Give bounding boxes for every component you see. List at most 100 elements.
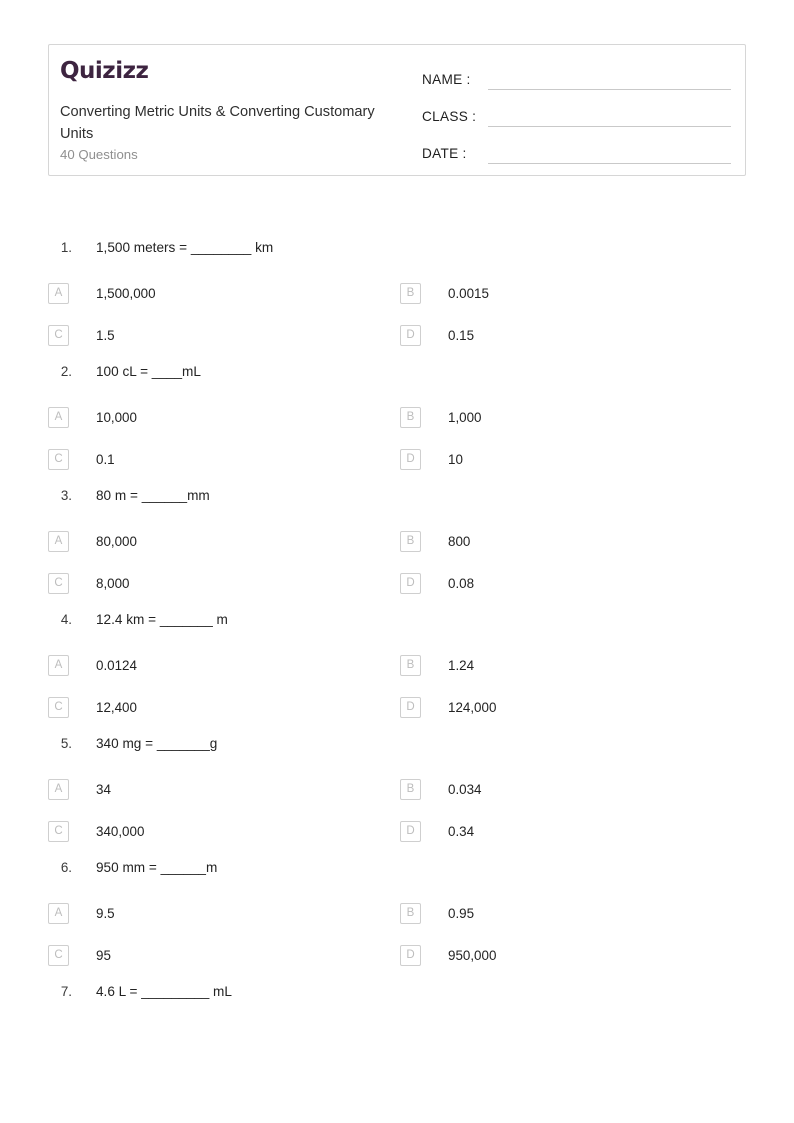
question-block: 1. 1,500 meters = ________ km A 1,500,000 B 0… (0, 232, 794, 356)
option-letter-box[interactable]: A (48, 654, 69, 676)
option-letter-box[interactable]: B (400, 530, 421, 552)
option-letter-box[interactable]: A (48, 406, 69, 428)
option-text: 0.95 (448, 905, 475, 921)
answer-option[interactable]: C 8,000 (48, 562, 400, 604)
quizizz-logo-text: Quizizz (60, 59, 148, 84)
answer-options-grid: A 10,000 B 1,000 C 0.1 D 10 (48, 396, 794, 480)
answer-option[interactable]: A 80,000 (48, 520, 400, 562)
answer-option[interactable]: D 0.15 (400, 314, 752, 356)
option-letter-box[interactable]: A (48, 282, 69, 304)
option-letter-box[interactable]: D (400, 944, 421, 966)
option-text: 10,000 (96, 409, 137, 425)
option-text: 0.15 (448, 327, 475, 343)
answer-option[interactable]: A 0.0124 (48, 644, 400, 686)
answer-option[interactable]: C 340,000 (48, 810, 400, 852)
worksheet-header-card: Quizizz Converting Metric Units & Conver… (48, 44, 746, 176)
answer-options-grid: A 1,500,000 B 0.0015 C 1.5 D 0.15 (48, 272, 794, 356)
option-letter-box[interactable]: B (400, 778, 421, 800)
question-text: 950 mm = ______m (96, 860, 218, 875)
question-block: 3. 80 m = ______mm A 80,000 B 800 C 8,000 D 0.08 (0, 480, 794, 604)
option-letter-box[interactable]: C (48, 944, 69, 966)
option-text: 10 (448, 451, 463, 467)
answer-option[interactable]: B 0.95 (400, 892, 752, 934)
option-letter-box[interactable]: C (48, 820, 69, 842)
option-text: 0.0124 (96, 657, 137, 673)
answer-option[interactable]: A 10,000 (48, 396, 400, 438)
answer-options-grid: A 34 B 0.034 C 340,000 D 0.34 (48, 768, 794, 852)
answer-option[interactable]: D 0.34 (400, 810, 752, 852)
answer-option[interactable]: C 0.1 (48, 438, 400, 480)
question-block: 7. 4.6 L = _________ mL (0, 976, 794, 1016)
option-text: 1.5 (96, 327, 115, 343)
question-number: 4. (60, 612, 72, 627)
name-label: NAME : (422, 72, 471, 87)
option-letter-box[interactable]: D (400, 324, 421, 346)
question-block: 2. 100 cL = ____mL A 10,000 B 1,000 C 0.1 D 10 (0, 356, 794, 480)
option-letter-box[interactable]: A (48, 530, 69, 552)
option-letter-box[interactable]: B (400, 654, 421, 676)
quizizz-logo: Quizizz (60, 59, 409, 85)
question-prompt-row: 1. 1,500 meters = ________ km (0, 232, 794, 272)
question-text: 1,500 meters = ________ km (96, 240, 274, 255)
option-letter-box[interactable]: C (48, 696, 69, 718)
answer-options-grid: A 0.0124 B 1.24 C 12,400 D 124,000 (48, 644, 794, 728)
option-text: 1,000 (448, 409, 482, 425)
option-letter-box[interactable]: B (400, 406, 421, 428)
question-block: 4. 12.4 km = _______ m A 0.0124 B 1.24 C 12,400… (0, 604, 794, 728)
question-prompt-row: 6. 950 mm = ______m (0, 852, 794, 892)
option-text: 34 (96, 781, 111, 797)
class-label: CLASS : (422, 109, 477, 124)
option-letter-box[interactable]: B (400, 282, 421, 304)
answer-option[interactable]: B 0.0015 (400, 272, 752, 314)
question-count: 40 Questions (60, 147, 138, 162)
header-left-section: Quizizz Converting Metric Units & Conver… (49, 45, 409, 175)
class-input-line[interactable] (488, 106, 731, 127)
option-text: 1,500,000 (96, 285, 156, 301)
option-text: 124,000 (448, 699, 497, 715)
option-text: 0.0015 (448, 285, 489, 301)
question-prompt-row: 3. 80 m = ______mm (0, 480, 794, 520)
answer-option[interactable]: D 950,000 (400, 934, 752, 976)
option-letter-box[interactable]: D (400, 572, 421, 594)
option-letter-box[interactable]: C (48, 448, 69, 470)
question-block: 6. 950 mm = ______m A 9.5 B 0.95 C 95 D 950,000 (0, 852, 794, 976)
name-field-row: NAME : (422, 61, 731, 90)
answer-option[interactable]: A 34 (48, 768, 400, 810)
class-field-row: CLASS : (422, 98, 731, 127)
answer-option[interactable]: B 1,000 (400, 396, 752, 438)
answer-option[interactable]: B 0.034 (400, 768, 752, 810)
option-letter-box[interactable]: D (400, 448, 421, 470)
option-letter-box[interactable]: D (400, 820, 421, 842)
name-input-line[interactable] (488, 69, 731, 90)
student-info-fields: NAME : CLASS : DATE : (409, 45, 745, 175)
option-text: 80,000 (96, 533, 137, 549)
option-letter-box[interactable]: A (48, 902, 69, 924)
answer-option[interactable]: D 0.08 (400, 562, 752, 604)
option-text: 95 (96, 947, 111, 963)
answer-option[interactable]: C 12,400 (48, 686, 400, 728)
answer-option[interactable]: B 800 (400, 520, 752, 562)
answer-option[interactable]: D 124,000 (400, 686, 752, 728)
answer-option[interactable]: B 1.24 (400, 644, 752, 686)
answer-option[interactable]: C 95 (48, 934, 400, 976)
date-input-line[interactable] (488, 143, 731, 164)
option-text: 12,400 (96, 699, 137, 715)
option-letter-box[interactable]: C (48, 572, 69, 594)
answer-option[interactable]: D 10 (400, 438, 752, 480)
option-text: 340,000 (96, 823, 145, 839)
option-text: 800 (448, 533, 471, 549)
question-text: 12.4 km = _______ m (96, 612, 228, 627)
option-text: 9.5 (96, 905, 115, 921)
date-label: DATE : (422, 146, 467, 161)
option-letter-box[interactable]: B (400, 902, 421, 924)
option-text: 0.1 (96, 451, 115, 467)
option-letter-box[interactable]: D (400, 696, 421, 718)
answer-option[interactable]: A 9.5 (48, 892, 400, 934)
date-field-row: DATE : (422, 135, 731, 164)
answer-option[interactable]: C 1.5 (48, 314, 400, 356)
question-number: 1. (60, 240, 72, 255)
option-letter-box[interactable]: C (48, 324, 69, 346)
option-letter-box[interactable]: A (48, 778, 69, 800)
question-number: 7. (60, 984, 72, 999)
answer-option[interactable]: A 1,500,000 (48, 272, 400, 314)
